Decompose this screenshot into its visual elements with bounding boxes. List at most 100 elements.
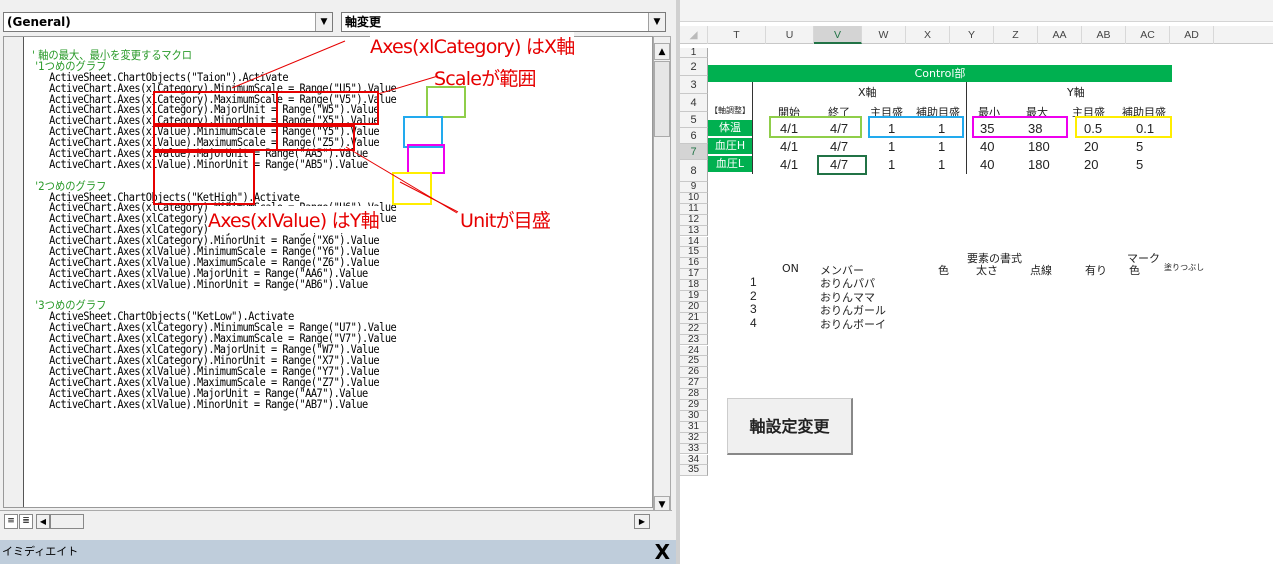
table-cell[interactable]: 40 [980, 139, 994, 154]
column-header-ac[interactable]: AC [1126, 26, 1170, 44]
column-header-t[interactable]: T [708, 26, 766, 44]
table-cell[interactable]: 5 [1136, 157, 1143, 172]
table-header-cell[interactable]: 主目盛 [870, 104, 903, 120]
column-header-x[interactable]: X [906, 26, 950, 44]
code-line[interactable]: ActiveChart.Axes(xlValue).MinorUnit = Ra… [32, 398, 396, 411]
procedure-combo[interactable]: 軸変更 ▼ [341, 12, 666, 32]
row-header-13[interactable]: 13 [680, 225, 708, 237]
row-header-35[interactable]: 35 [680, 464, 708, 477]
table-header-cell[interactable]: 補助目盛 [1122, 104, 1166, 120]
column-headers: ◢ T U V W X Y Z AA AB AC AD [680, 26, 1273, 44]
column-header-z[interactable]: Z [994, 26, 1038, 44]
member-number[interactable]: 2 [750, 289, 757, 303]
annotation-unit-note: Unitが目盛 [460, 206, 551, 233]
table-cell[interactable]: 1 [888, 139, 895, 154]
row-header-3[interactable]: 3 [680, 76, 708, 94]
axis-adjust-label[interactable]: 【軸調整】 [710, 105, 750, 116]
table-cell[interactable]: 1 [938, 157, 945, 172]
format-header-cell[interactable]: 有り [1085, 262, 1107, 278]
code-line[interactable]: ActiveChart.Axes(xlValue).MinorUnit = Ra… [32, 159, 396, 171]
row-header-5[interactable]: 5 [680, 112, 708, 128]
format-header-cell[interactable]: 太さ [976, 262, 998, 278]
column-header-v[interactable]: V [814, 26, 862, 44]
dropdown-arrow-icon[interactable]: ▼ [648, 13, 665, 31]
horizontal-scroll-thumb[interactable] [50, 514, 84, 529]
scroll-up-icon[interactable]: ▲ [654, 43, 670, 60]
row-header-23[interactable]: 23 [680, 334, 708, 346]
format-header-cell[interactable]: 色 [938, 262, 949, 278]
table-header-cell[interactable]: 補助目盛 [916, 104, 960, 120]
vertical-scrollbar[interactable]: ▲ ▼ [653, 36, 671, 514]
code-margin [4, 37, 24, 507]
column-header-u[interactable]: U [766, 26, 814, 44]
dropdown-arrow-icon[interactable]: ▼ [315, 13, 332, 31]
table-cell[interactable]: 1 [938, 139, 945, 154]
table-cell[interactable]: 20 [1084, 139, 1098, 154]
full-module-view-icon[interactable]: ≣ [19, 514, 33, 529]
format-header-cell[interactable]: 点線 [1030, 262, 1052, 278]
format-header-cell[interactable]: 色 [1129, 262, 1140, 278]
table-cell[interactable]: 20 [1084, 157, 1098, 172]
table-cell[interactable]: 4/7 [830, 139, 848, 154]
table-cell[interactable]: 38 [1028, 121, 1042, 136]
scroll-right-icon[interactable]: ▶ [634, 514, 650, 529]
column-header-y[interactable]: Y [950, 26, 994, 44]
table-cell[interactable]: 1 [938, 121, 945, 136]
column-header-w[interactable]: W [862, 26, 906, 44]
table-header-cell[interactable]: 最小 [978, 104, 1000, 120]
table-cell[interactable]: 4/7 [830, 121, 848, 136]
table-cell[interactable]: 5 [1136, 139, 1143, 154]
format-header-cell[interactable]: 塗りつぶし [1164, 262, 1204, 273]
member-number[interactable]: 4 [750, 316, 757, 330]
column-header-ad[interactable]: AD [1170, 26, 1214, 44]
row-header-4[interactable]: 4 [680, 94, 708, 112]
member-number[interactable]: 1 [750, 275, 757, 289]
row-header-12[interactable]: 12 [680, 214, 708, 226]
row-header-33[interactable]: 33 [680, 443, 708, 455]
object-combo[interactable]: (General) ▼ [3, 12, 333, 32]
column-header-ab[interactable]: AB [1082, 26, 1126, 44]
row-header-1[interactable]: 1 [680, 48, 708, 58]
table-header-cell[interactable]: 最大 [1026, 104, 1048, 120]
x-axis-label[interactable]: X軸 [858, 84, 877, 100]
table-cell[interactable]: 4/1 [780, 157, 798, 172]
table-cell[interactable]: 4/1 [780, 121, 798, 136]
row-label-cell[interactable]: 血圧L [708, 156, 752, 172]
active-cell-v7[interactable] [817, 155, 867, 175]
table-cell[interactable]: 1 [888, 121, 895, 136]
excel-pane: ◢ T U V W X Y Z AA AB AC AD 1 2 3 4 5 6 7 8 9 10 11 12 13 14 15 1… [676, 0, 1273, 564]
select-all-corner[interactable]: ◢ [680, 26, 708, 44]
member-number[interactable]: 3 [750, 302, 757, 316]
scroll-thumb[interactable] [654, 61, 670, 137]
format-header-cell[interactable]: ON [782, 262, 799, 275]
control-banner[interactable]: Control部 [708, 65, 1172, 82]
row-header-6[interactable]: 6 [680, 128, 708, 144]
table-cell[interactable]: 35 [980, 121, 994, 136]
table-header-cell[interactable]: 終了 [828, 104, 850, 120]
row-header-32[interactable]: 32 [680, 432, 708, 444]
row-header-7[interactable]: 7 [680, 144, 708, 160]
code-line[interactable]: ActiveChart.Axes(xlValue).MinorUnit = Ra… [32, 279, 396, 291]
code-window[interactable]: ' 軸の最大、最小を変更するマクロ '1つめのグラフ ActiveSheet.C… [3, 36, 653, 508]
row-label-cell[interactable]: 血圧H [708, 138, 752, 154]
scroll-left-icon[interactable]: ◀ [36, 514, 50, 529]
table-cell[interactable]: 1 [888, 157, 895, 172]
table-header-cell[interactable]: 開始 [778, 104, 800, 120]
row-header-22[interactable]: 22 [680, 323, 708, 335]
table-header-cell[interactable]: 主目盛 [1072, 104, 1105, 120]
row-header-2[interactable]: 2 [680, 58, 708, 76]
close-icon[interactable]: X [655, 541, 670, 563]
table-cell[interactable]: 180 [1028, 139, 1050, 154]
row-label-cell[interactable]: 体温 [708, 120, 752, 136]
column-header-aa[interactable]: AA [1038, 26, 1082, 44]
y-axis-label[interactable]: Y軸 [1067, 84, 1085, 100]
member-name[interactable]: おりんボーイ [820, 316, 886, 332]
row-header-8[interactable]: 8 [680, 160, 708, 182]
procedure-view-icon[interactable]: ≡ [4, 514, 18, 529]
table-cell[interactable]: 4/1 [780, 139, 798, 154]
table-cell[interactable]: 40 [980, 157, 994, 172]
table-cell[interactable]: 0.1 [1136, 121, 1154, 136]
table-cell[interactable]: 0.5 [1084, 121, 1102, 136]
table-cell[interactable]: 180 [1028, 157, 1050, 172]
axis-settings-change-button[interactable]: 軸設定変更 [727, 398, 853, 455]
